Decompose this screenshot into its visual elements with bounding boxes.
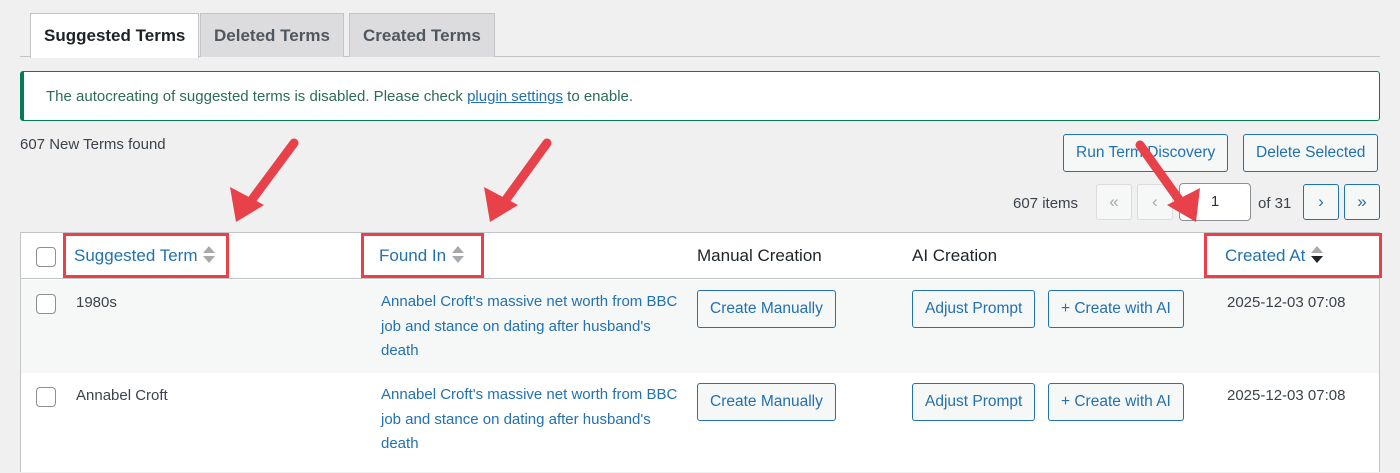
annotation-arrow-icon — [484, 138, 552, 222]
tab-suggested-terms[interactable]: Suggested Terms — [30, 13, 200, 58]
annotation-arrow-icon — [1135, 140, 1200, 222]
annotation-arrow-icon — [230, 138, 299, 222]
annotation-arrows — [230, 138, 1200, 222]
